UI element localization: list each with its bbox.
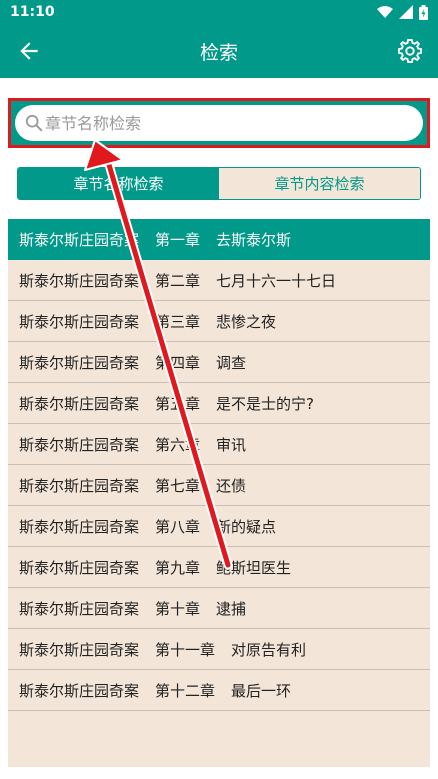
status-bar: 11:10: [0, 0, 438, 24]
app-bar: 检索: [0, 24, 438, 78]
search-box[interactable]: [15, 105, 423, 141]
chapter-number: 第二章: [155, 271, 201, 290]
chapter-title: 逮捕: [216, 599, 247, 618]
chapter-number: 第十二章: [155, 681, 216, 700]
book-name: 斯泰尔斯庄园奇案: [19, 599, 140, 618]
chapter-number: 第九章: [155, 558, 201, 577]
list-item[interactable]: 斯泰尔斯庄园奇案 第六章 审讯: [8, 424, 430, 465]
list-item[interactable]: 斯泰尔斯庄园奇案 第四章 调查: [8, 342, 430, 383]
chapter-title: 新的疑点: [216, 517, 277, 536]
chapter-number: 第四章: [155, 353, 201, 372]
chapter-number: 第六章: [155, 435, 201, 454]
list-item[interactable]: 斯泰尔斯庄园奇案 第八章 新的疑点: [8, 506, 430, 547]
search-bar-container: [8, 98, 430, 148]
book-name: 斯泰尔斯庄园奇案: [19, 476, 140, 495]
chapter-title: 去斯泰尔斯: [216, 231, 292, 249]
book-name: 斯泰尔斯庄园奇案: [19, 558, 140, 577]
status-icons: [377, 4, 428, 20]
tab-chapter-name-search[interactable]: 章节名称检索: [18, 168, 219, 199]
book-name: 斯泰尔斯庄园奇案: [19, 394, 140, 413]
chapter-number: 第十章: [155, 599, 201, 618]
list-item[interactable]: 斯泰尔斯庄园奇案 第五章 是不是士的宁?: [8, 383, 430, 424]
chapter-title: 悲惨之夜: [216, 312, 277, 331]
chapter-list: 斯泰尔斯庄园奇案 第一章 去斯泰尔斯 斯泰尔斯庄园奇案 第二章 七月十六一十七日…: [8, 219, 430, 767]
book-name: 斯泰尔斯庄园奇案: [19, 353, 140, 372]
chapter-title: 对原告有利: [231, 640, 307, 659]
list-item[interactable]: 斯泰尔斯庄园奇案 第一章 去斯泰尔斯: [8, 219, 430, 260]
book-name: 斯泰尔斯庄园奇案: [19, 640, 140, 659]
list-item[interactable]: 斯泰尔斯庄园奇案 第十二章 最后一环: [8, 670, 430, 711]
gear-icon[interactable]: [396, 37, 424, 65]
battery-icon: [419, 4, 428, 20]
list-item[interactable]: 斯泰尔斯庄园奇案 第三章 悲惨之夜: [8, 301, 430, 342]
chapter-title: 调查: [216, 353, 247, 372]
book-name: 斯泰尔斯庄园奇案: [19, 312, 140, 331]
chapter-title: 还债: [216, 476, 247, 495]
chapter-title: 最后一环: [231, 681, 292, 700]
list-item[interactable]: 斯泰尔斯庄园奇案 第十章 逮捕: [8, 588, 430, 629]
search-mode-tabs: 章节名称检索 章节内容检索: [17, 167, 421, 200]
signal-icon: [399, 5, 413, 19]
chapter-number: 第三章: [155, 312, 201, 331]
chapter-number: 第五章: [155, 394, 201, 413]
chapter-title: 七月十六一十七日: [216, 271, 337, 290]
chapter-number: 第一章: [155, 231, 201, 249]
book-name: 斯泰尔斯庄园奇案: [19, 435, 140, 454]
chapter-number: 第八章: [155, 517, 201, 536]
search-input[interactable]: [45, 113, 413, 133]
book-name: 斯泰尔斯庄园奇案: [19, 517, 140, 536]
list-item[interactable]: 斯泰尔斯庄园奇案 第二章 七月十六一十七日: [8, 260, 430, 301]
chapter-title: 是不是士的宁?: [216, 394, 314, 413]
chapter-number: 第十一章: [155, 640, 216, 659]
chapter-title: 审讯: [216, 435, 247, 454]
list-item[interactable]: 斯泰尔斯庄园奇案 第九章 鲍斯坦医生: [8, 547, 430, 588]
chapter-number: 第七章: [155, 476, 201, 495]
list-item[interactable]: 斯泰尔斯庄园奇案 第七章 还债: [8, 465, 430, 506]
status-time: 11:10: [10, 4, 55, 20]
chapter-title: 鲍斯坦医生: [216, 558, 292, 577]
page-title: 检索: [199, 42, 238, 64]
wifi-icon: [377, 6, 393, 18]
list-item[interactable]: 斯泰尔斯庄园奇案 第十一章 对原告有利: [8, 629, 430, 670]
tab-chapter-content-search[interactable]: 章节内容检索: [219, 168, 420, 199]
book-name: 斯泰尔斯庄园奇案: [19, 271, 140, 290]
book-name: 斯泰尔斯庄园奇案: [19, 681, 140, 700]
book-name: 斯泰尔斯庄园奇案: [19, 231, 140, 249]
search-icon: [25, 114, 43, 132]
